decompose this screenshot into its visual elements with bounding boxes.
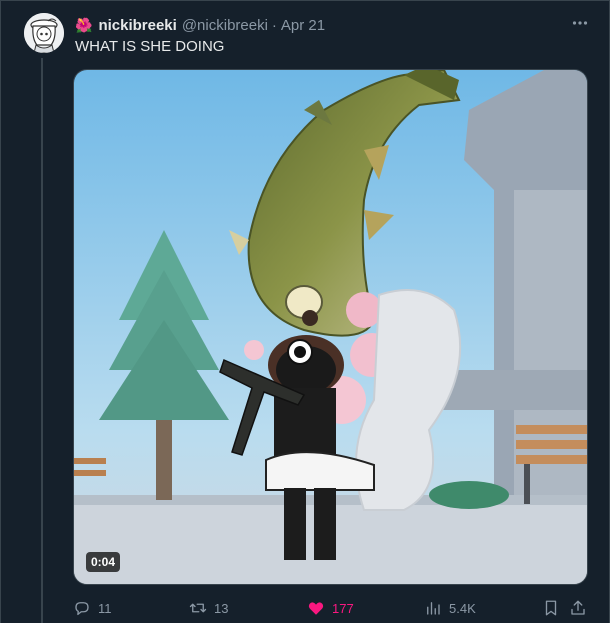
- like-count: 177: [332, 600, 354, 616]
- views-button[interactable]: 5.4K: [424, 597, 476, 619]
- tweet-actions: 11 13 177 5.4K: [73, 597, 591, 619]
- retweet-count: 13: [214, 600, 229, 616]
- header-separator: ·: [271, 16, 277, 34]
- share-icon: [571, 600, 585, 615]
- author-display-name[interactable]: nickibreeki: [98, 17, 176, 34]
- more-options-button[interactable]: [570, 13, 590, 33]
- more-horizontal-icon: [572, 21, 588, 25]
- thread-connector-line: [41, 58, 43, 623]
- author-handle[interactable]: @nickibreeki: [182, 17, 268, 34]
- tweet-text: WHAT IS SHE DOING: [75, 38, 225, 55]
- author-avatar[interactable]: [24, 13, 64, 53]
- tweet-date[interactable]: Apr 21: [281, 17, 325, 34]
- avatar-illustration: [24, 13, 64, 53]
- share-button[interactable]: [569, 597, 587, 619]
- bookmark-icon: [545, 600, 557, 616]
- retweet-icon: [189, 603, 207, 613]
- video-duration-badge: 0:04: [86, 552, 121, 572]
- like-button[interactable]: 177: [307, 597, 354, 619]
- views-chart-icon: [427, 602, 440, 615]
- bookmark-button[interactable]: [542, 597, 560, 619]
- video-player[interactable]: 0:04: [73, 69, 588, 585]
- tweet-header: 🌺 nickibreeki @nickibreeki · Apr 21: [75, 15, 325, 35]
- reply-count: 11: [98, 600, 112, 616]
- reply-icon: [75, 602, 89, 616]
- retweet-button[interactable]: 13: [189, 597, 228, 619]
- reply-button[interactable]: 11: [73, 597, 112, 619]
- flower-emoji: 🌺: [75, 16, 93, 33]
- views-count: 5.4K: [449, 600, 476, 616]
- heart-filled-icon: [308, 602, 324, 615]
- video-thumbnail: [74, 70, 587, 584]
